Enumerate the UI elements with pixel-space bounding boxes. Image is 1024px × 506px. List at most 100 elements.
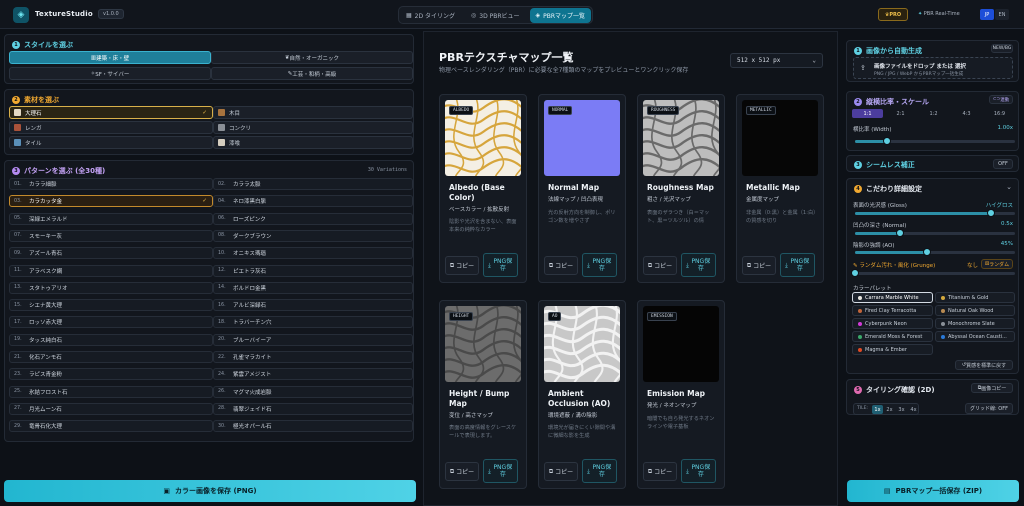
pattern-item[interactable]: 29. 竜骨石化大理 [9,420,213,433]
pattern-item[interactable]: 18. トラバーチン穴 [213,316,413,329]
slider-knob[interactable] [851,269,859,277]
save-zip-button[interactable]: ▤ PBRマップ一括保存 (ZIP) [847,480,1019,502]
gloss-slider[interactable] [855,209,1015,217]
grunge-slider[interactable] [851,269,1015,277]
palette-chip[interactable]: Carrara Marble White [852,292,933,303]
save-map-png-button[interactable]: ⤓ PNG保存 [582,253,617,277]
style-craft-button[interactable]: ✎ 工芸・和柄・高級 [211,67,413,80]
copy-map-button[interactable]: ⧉ コピー [643,462,677,481]
ratio-1-2[interactable]: 1:2 [918,109,949,118]
material-wood-button[interactable]: 木目 [213,106,413,119]
save-map-png-button[interactable]: ⤓ PNG保存 [483,459,518,483]
palette-chip[interactable]: Magma & Ember [852,344,933,355]
scale-slider[interactable] [855,137,1015,145]
pattern-item[interactable]: 11. アラベスク網 [9,264,213,277]
pattern-item[interactable]: 09. アズール青石 [9,247,213,260]
pattern-item[interactable]: 26. マグマ火成岩脈 [213,385,413,398]
material-marble-button[interactable]: 大理石 ✓ [9,106,213,119]
pattern-item[interactable]: 30. 極光オパール石 [213,420,413,433]
slider-knob[interactable] [895,229,904,237]
save-map-png-button[interactable]: ⤓ PNG保存 [681,459,716,483]
pattern-item[interactable]: 05. 深緑エメラルド [9,212,213,225]
pattern-item[interactable]: 24. 紫雲アメジスト [213,368,413,381]
pattern-item[interactable]: 10. オニキス瑪瑙 [213,247,413,260]
material-plaster-button[interactable]: 漆喰 [213,136,413,149]
copy-map-button[interactable]: ⧉ コピー [445,256,479,275]
ratio-16-9[interactable]: 16:9 [984,109,1015,118]
tile-1x[interactable]: 1x [872,405,883,414]
pattern-item[interactable]: 17. ロッソ赤大理 [9,316,213,329]
pattern-item[interactable]: 27. 月光ムーン石 [9,402,213,415]
ratio-4-3[interactable]: 4:3 [951,109,982,118]
style-nature-button[interactable]: ❦ 自然・オーガニック [211,51,413,64]
material-brick-button[interactable]: レンガ [9,121,213,134]
pattern-item[interactable]: 28. 翡翠ジェイド石 [213,402,413,415]
pattern-item[interactable]: 20. ブルーバイーア [213,333,413,346]
save-map-png-button[interactable]: ⤓ PNG保存 [582,459,617,483]
tile-4x[interactable]: 4x [908,405,919,414]
pattern-item[interactable]: 01. カララ細脈 [9,178,213,190]
pattern-item[interactable]: 07. スモーキー灰 [9,229,213,242]
lang-en[interactable]: EN [995,9,1009,20]
reset-texture-button[interactable]: ↺ 質感を標準に戻す [955,360,1013,370]
palette-chip[interactable]: Emerald Moss & Forest [852,331,933,342]
pattern-item[interactable]: 06. ローズピンク [213,212,413,225]
tab-pbr-maps[interactable]: ◈ PBRマップ一覧 [529,8,592,23]
copy-map-button[interactable]: ⧉ コピー [544,256,578,275]
save-map-png-button[interactable]: ⤓ PNG保存 [780,253,815,277]
save-map-png-button[interactable]: ⤓ PNG保存 [681,253,716,277]
palette-chip[interactable]: Cyberpunk Neon [852,318,933,329]
pattern-item[interactable]: 14. ボルドロ金黒 [213,281,413,294]
material-tile-button[interactable]: タイル [9,136,213,149]
image-drop-zone[interactable]: ⇪ 画像ファイルをドロップ または 選択 PNG / JPG / WebP から… [853,57,1013,79]
material-concrete-button[interactable]: コンクリ [213,121,413,134]
pattern-item[interactable]: 08. ダークブラウン [213,229,413,242]
palette-chip[interactable]: Titanium & Gold [935,292,1015,303]
ratio-1-1[interactable]: 1:1 [852,109,883,118]
depth-slider[interactable] [855,229,1015,237]
pattern-item[interactable]: 04. ネロ漆黒白脈 [213,195,413,208]
tile-2x[interactable]: 2x [884,405,895,414]
tab-3d-pbr[interactable]: ◎ 3D PBRビュー [465,8,526,23]
random-grunge-button[interactable]: ⚄ ランダム [981,259,1013,269]
palette-chip[interactable]: Abyssal Ocean Causti... [935,331,1015,342]
copy-map-button[interactable]: ⧉ コピー [544,462,578,481]
palette-chip[interactable]: Natural Oak Wood [935,305,1015,316]
collapse-chevron-icon[interactable]: ⌄ [1006,183,1012,191]
palette-chip[interactable]: Monochrome Slate [935,318,1015,329]
pattern-item[interactable]: 21. 化石アンモ石 [9,351,213,363]
pattern-item[interactable]: 02. カララ太脈 [213,178,413,190]
copy-image-button[interactable]: ⧉ 画像コピー [971,383,1013,393]
palette-chip[interactable]: Fired Clay Terracotta [852,305,933,316]
seamless-toggle[interactable]: OFF [993,159,1013,169]
pattern-item[interactable]: 15. シエナ黄大理 [9,299,213,312]
style-architecture-button[interactable]: ▥ 建築・床・壁 [9,51,211,64]
tile-3x[interactable]: 3x [896,405,907,414]
slider-knob[interactable] [923,248,931,256]
pattern-item[interactable]: 19. タッス純白石 [9,333,213,346]
pattern-item[interactable]: 25. 氷結フロスト石 [9,385,213,398]
pattern-item[interactable]: 22. 孔雀マラカイト [213,351,413,363]
pattern-item[interactable]: 23. ラピス青金粉 [9,368,213,381]
grid-toggle[interactable]: グリッド線: OFF [965,403,1013,414]
ao-slider[interactable] [855,248,1015,256]
pattern-item[interactable]: 16. アルビ深緑石 [213,299,413,312]
pattern-item[interactable]: 12. ピエトラ灰石 [213,264,413,277]
copy-map-button[interactable]: ⧉ コピー [445,462,479,481]
style-scifi-button[interactable]: ✧ SF・サイバー [9,67,211,80]
save-color-png-button[interactable]: ▣ カラー画像を保存 (PNG) [4,480,416,502]
ratio-2-1[interactable]: 2:1 [885,109,916,118]
resolution-select[interactable]: 512 x 512 px ⌄ [730,53,823,68]
pattern-item[interactable]: 13. スタトゥアリオ [9,281,213,294]
tab-2d-tiling[interactable]: ▦ 2D タイリング [400,8,461,23]
slider-knob[interactable] [883,137,891,145]
pro-badge[interactable]: ♛ PRO [878,8,908,21]
lang-jp[interactable]: JP [980,9,994,20]
copy-map-button[interactable]: ⧉ コピー [643,256,677,275]
detail-heading: 4 こだわり詳細設定 [854,184,922,194]
copy-map-button[interactable]: ⧉ コピー [742,256,776,275]
button-label: PBRマップ一括保存 (ZIP) [895,487,983,495]
save-map-png-button[interactable]: ⤓ PNG保存 [483,253,518,277]
slider-knob[interactable] [987,209,995,217]
pattern-item[interactable]: 03. カラカッタ金 ✓ [9,195,213,208]
